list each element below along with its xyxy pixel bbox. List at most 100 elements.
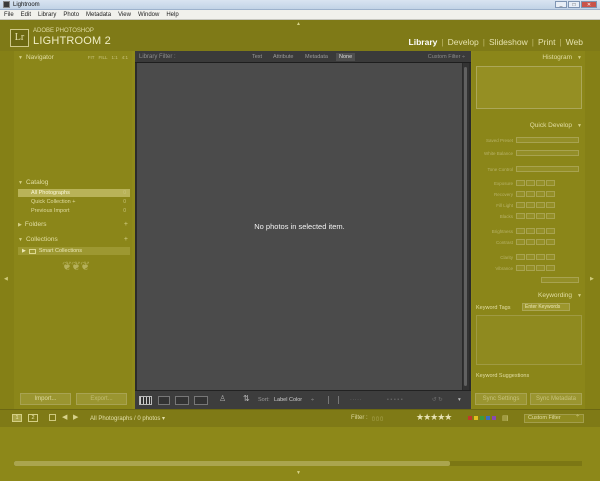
qd-stepper[interactable] [516, 191, 555, 197]
qd-fill-light[interactable]: Fill Light [476, 201, 579, 209]
qd-stepper[interactable] [516, 213, 555, 219]
photo-grid[interactable]: No photos in selected item. [137, 63, 462, 390]
module-web[interactable]: Web [566, 37, 583, 47]
page-2-button[interactable]: 2 [28, 414, 38, 422]
catalog-header[interactable]: ▼ Catalog [14, 177, 132, 188]
toolbar-menu-icon[interactable]: ▾ [458, 397, 461, 403]
custom-filter-dropdown[interactable]: Custom Filter [524, 414, 584, 423]
compare-view-icon[interactable] [175, 396, 189, 405]
qd-stepper[interactable] [516, 254, 555, 260]
grid-scrollbar[interactable] [463, 63, 469, 390]
color-label-filter[interactable] [468, 416, 496, 420]
menu-metadata[interactable]: Metadata [86, 12, 111, 18]
disclosure-triangle-icon[interactable]: ▶ [22, 248, 26, 254]
qd-vibrance[interactable]: Vibrance [476, 264, 579, 272]
zoom-fit[interactable]: FIT [88, 55, 95, 60]
loupe-view-icon[interactable] [158, 396, 170, 405]
collapse-bottom-icon[interactable]: ▼ [296, 470, 301, 476]
zoom-1-1[interactable]: 1:1 [111, 55, 117, 60]
flag-pick-icon[interactable] [328, 396, 335, 404]
qd-blacks[interactable]: Blacks [476, 212, 579, 220]
minimize-icon[interactable]: _ [555, 1, 567, 8]
survey-view-icon[interactable] [194, 396, 208, 405]
folders-header[interactable]: ▶ Folders + [14, 219, 132, 230]
qd-contrast[interactable]: Contrast [476, 238, 579, 246]
filter-tab-none[interactable]: None [336, 53, 356, 61]
qd-stepper[interactable] [516, 265, 555, 271]
menu-view[interactable]: View [118, 12, 131, 18]
custom-filter-select[interactable]: Custom Filter ÷ [428, 54, 465, 60]
catalog-item-all-photographs[interactable]: All Photographs 0 [18, 189, 130, 197]
collapse-right-icon[interactable]: ▶ [590, 276, 594, 282]
flag-reject-icon[interactable] [338, 396, 345, 404]
quick-develop-header[interactable]: Quick Develop ▼ [472, 120, 585, 131]
module-slideshow[interactable]: Slideshow [489, 37, 528, 47]
red-label-icon[interactable] [468, 416, 472, 420]
grid-view-icon[interactable] [139, 396, 152, 405]
filter-tab-metadata[interactable]: Metadata [302, 53, 331, 61]
qd-saved-preset[interactable]: Saved Preset [476, 136, 579, 144]
filmstrip-source[interactable]: All Photographs / 0 photos ▾ [90, 415, 165, 422]
menu-file[interactable]: File [4, 12, 14, 18]
rating-filter-stars[interactable]: ★★★★★ [416, 412, 452, 423]
blue-label-icon[interactable] [486, 416, 490, 420]
qd-auto-tone-button[interactable] [516, 166, 579, 172]
export-button[interactable]: Export... [76, 393, 127, 405]
keyword-tags-input[interactable]: Enter Keywords [522, 303, 570, 311]
menu-photo[interactable]: Photo [63, 12, 79, 18]
filmstrip[interactable]: ▼ [0, 427, 600, 481]
qd-reset-button[interactable] [541, 277, 579, 283]
filter-tab-text[interactable]: Text [249, 53, 265, 61]
menu-library[interactable]: Library [38, 12, 56, 18]
qd-brightness[interactable]: Brightness [476, 227, 579, 235]
dropdown-arrow-icon[interactable]: ÷ [576, 414, 579, 420]
qd-select[interactable] [516, 150, 579, 156]
navigator-header[interactable]: ▼ Navigator FIT FILL 1:1 4:1 [14, 52, 132, 63]
module-print[interactable]: Print [538, 37, 555, 47]
module-develop[interactable]: Develop [448, 37, 479, 47]
scrollbar-thumb[interactable] [14, 461, 450, 466]
qd-stepper[interactable] [516, 239, 555, 245]
purple-label-icon[interactable] [492, 416, 496, 420]
zoom-4-1[interactable]: 4:1 [122, 55, 128, 60]
menu-window[interactable]: Window [138, 12, 159, 18]
histogram-header[interactable]: Histogram ▼ [472, 52, 585, 63]
close-icon[interactable]: ✕ [581, 1, 597, 8]
filter-lock-icon[interactable]: ▤ [502, 414, 509, 422]
spray-can-icon[interactable]: ♙ [219, 394, 226, 403]
color-label-icons[interactable]: ▪ ▪ ▪ ▪ ▪ [387, 397, 403, 403]
rating-stars-icon[interactable]: · · · · · [350, 397, 361, 403]
sync-metadata-button[interactable]: Sync Metadata [530, 393, 582, 405]
qd-stepper[interactable] [516, 202, 555, 208]
collapse-top-icon[interactable]: ▲ [296, 21, 301, 27]
import-button[interactable]: Import... [20, 393, 71, 405]
catalog-item-previous-import[interactable]: Previous Import 0 [18, 207, 130, 215]
rotate-icons[interactable]: ↺ ↻ [432, 397, 443, 403]
add-folder-icon[interactable]: + [124, 221, 128, 228]
scrollbar-thumb[interactable] [464, 67, 467, 386]
qd-clarity[interactable]: Clarity [476, 253, 579, 261]
sort-direction-icon[interactable]: ⇅ [243, 394, 250, 403]
sync-settings-button[interactable]: Sync Settings [475, 393, 527, 405]
qd-tone-control[interactable]: Tone Control [476, 165, 579, 173]
sort-dropdown-icon[interactable]: ÷ [311, 397, 314, 403]
flag-filter-icons[interactable]: ▯ ▯ ▯ [372, 416, 383, 422]
sort-select[interactable]: Label Color [274, 397, 302, 403]
green-label-icon[interactable] [480, 416, 484, 420]
page-1-button[interactable]: 1 [12, 414, 22, 422]
right-panel-edge[interactable]: ▶ [585, 51, 600, 409]
zoom-fill[interactable]: FILL [98, 55, 107, 60]
back-arrow-icon[interactable]: ◀ [62, 413, 67, 421]
keyword-tags-area[interactable] [476, 315, 582, 365]
keywording-header[interactable]: Keywording ▼ [472, 290, 585, 301]
qd-stepper[interactable] [516, 228, 555, 234]
yellow-label-icon[interactable] [474, 416, 478, 420]
qd-exposure[interactable]: Exposure [476, 179, 579, 187]
catalog-item-quick-collection[interactable]: Quick Collection + 0 [18, 198, 130, 206]
filmstrip-scrollbar[interactable] [14, 461, 582, 466]
grid-icon[interactable] [49, 414, 56, 421]
qd-select[interactable] [516, 137, 579, 143]
add-collection-icon[interactable]: + [124, 236, 128, 243]
module-library[interactable]: Library [409, 37, 438, 47]
filter-tab-attribute[interactable]: Attribute [270, 53, 296, 61]
